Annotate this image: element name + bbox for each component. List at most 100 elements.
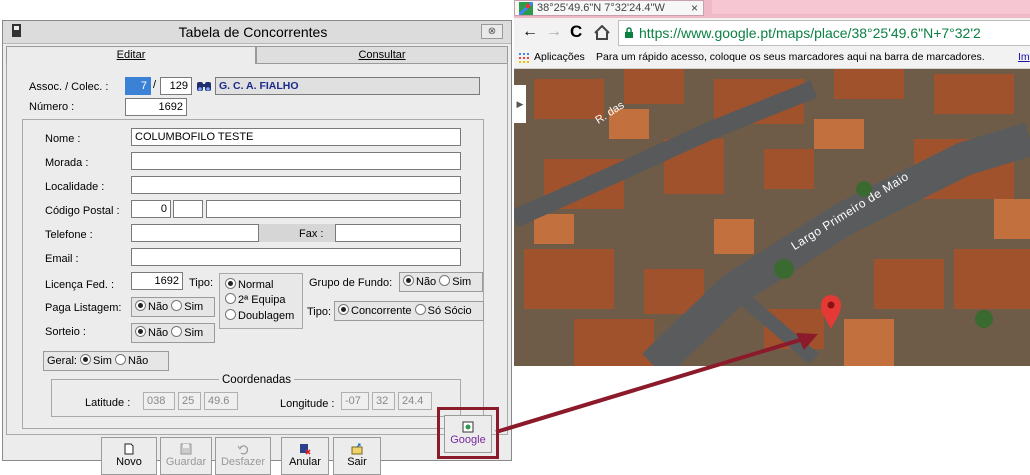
guardar-button[interactable]: Guardar [160,437,212,475]
coordenadas-title: Coordenadas [219,374,295,386]
tab-editar[interactable]: Editar [6,46,256,64]
paga-listagem-option-sim[interactable]: Sim [171,300,203,313]
sorteio-label: Sorteio : [45,326,86,338]
paga-listagem-label: Paga Listagem: [45,302,122,314]
morada-input[interactable] [131,152,461,170]
grupo-fundo-option-nao[interactable]: Não [403,275,436,288]
radio-checked-icon [135,326,146,337]
licenca-input[interactable]: 1692 [131,272,183,290]
exit-folder-icon [351,443,363,455]
fax-input[interactable] [335,224,461,242]
paga-listagem-radio-group: Não Sim [131,297,215,317]
radio-unchecked-icon [225,309,236,320]
radio-checked-icon [80,354,92,365]
codigo-postal-locality-input[interactable] [206,200,461,218]
paga-listagem-option-nao[interactable]: Não [135,300,168,313]
apps-link[interactable]: Aplicações [534,48,585,67]
tipo-socio-option-concorrente[interactable]: Concorrente [338,304,412,317]
club-name-field: G. C. A. FIALHO [215,77,480,95]
browser-toolbar: ← → C https://www.google.pt/maps/place/3… [514,18,1030,48]
telefone-input[interactable] [131,224,259,242]
bookmarks-hint-text: Para um rápido acesso, coloque os seus m… [596,51,985,63]
geral-option-nao[interactable]: Não [115,354,148,367]
reload-icon[interactable]: C [570,22,582,42]
sair-button[interactable]: Sair [333,437,381,475]
google-maps-favicon [519,2,533,15]
import-bookmarks-link[interactable]: Im [1018,48,1030,67]
longitude-label: Longitude : [280,398,335,410]
tipo-option-2equipa[interactable]: 2ª Equipa [225,293,286,306]
longitude-seconds-field: 24.4 [398,392,432,410]
novo-button[interactable]: Novo [101,437,157,475]
tab-consultar[interactable]: Consultar [256,46,508,64]
localidade-label: Localidade : [45,181,105,193]
lock-icon [625,27,633,38]
binoculars-search-icon[interactable] [196,79,212,93]
geral-label: Geral: [47,355,77,367]
email-input[interactable] [131,248,461,266]
latitude-degrees-field: 038 [143,392,175,410]
tipo-socio-option-so-socio[interactable]: Só Sócio [414,304,472,317]
apps-grid-icon[interactable] [519,53,529,63]
dialog-titlebar[interactable]: Tabela de Concorrentes ⊗ [3,21,511,44]
map-sidebar-toggle[interactable]: ▶ [514,85,526,123]
latitude-label: Latitude : [85,397,131,409]
map-imagery [514,69,1030,366]
radio-unchecked-icon [171,300,183,311]
radio-checked-icon [135,300,146,311]
address-bar[interactable]: https://www.google.pt/maps/place/38°25'4… [618,20,1030,46]
desfazer-button[interactable]: Desfazer [215,437,271,475]
geral-option-sim[interactable]: Sim [80,354,112,367]
codigo-postal-label: Código Postal : [45,205,120,217]
assoc-separator: / [153,79,157,91]
assoc-code-input[interactable]: 7 [125,77,151,95]
codigo-postal-ext-input[interactable] [173,200,203,218]
nome-input[interactable]: COLUMBOFILO TESTE [131,128,461,146]
radio-checked-icon [225,278,236,289]
licenca-label: Licença Fed. : [45,279,115,291]
save-disk-icon [180,443,192,455]
sorteio-option-nao[interactable]: Não [135,326,168,339]
sorteio-radio-group: Não Sim [131,323,215,343]
localidade-input[interactable] [131,176,461,194]
forward-arrow-icon[interactable]: → [546,23,562,41]
url-text: https://www.google.pt/maps/place/38°25'4… [639,25,981,41]
tipo-socio-label: Tipo: [307,306,332,318]
tipo-socio-radio-group: Concorrente Só Sócio [334,301,484,321]
browser-tab-maps[interactable]: 38°25'49.6"N 7°32'24.4"W × [514,0,704,16]
nome-label: Nome : [45,133,81,145]
map-pin-icon[interactable] [821,295,841,329]
new-tab-area[interactable] [712,0,1030,14]
home-icon[interactable] [594,25,610,40]
close-button[interactable]: ⊗ [481,24,503,39]
concorrentes-dialog: Tabela de Concorrentes ⊗ Editar Consulta… [2,20,512,475]
google-maps-icon [462,421,474,433]
numero-label: Número : [29,101,75,113]
codigo-postal-input[interactable]: 0 [131,200,171,218]
radio-unchecked-icon [414,304,426,315]
browser-tab-title: 38°25'49.6"N 7°32'24.4"W [537,2,665,14]
delete-record-icon [300,444,311,455]
anular-button[interactable]: Anular [281,437,329,475]
browser-tab-close-icon[interactable]: × [691,1,698,15]
dialog-title: Tabela de Concorrentes [178,24,328,40]
satellite-map[interactable]: ▶ R. das Largo Primeiro de Maio [514,69,1030,366]
radio-unchecked-icon [225,293,236,304]
google-maps-button[interactable]: Google [444,415,492,453]
radio-unchecked-icon [115,354,127,365]
tipo-option-normal[interactable]: Normal [225,278,273,291]
grupo-fundo-option-sim[interactable]: Sim [439,275,471,288]
grupo-fundo-label: Grupo de Fundo: [309,277,393,289]
fax-label: Fax : [299,228,324,240]
longitude-minutes-field: 32 [372,392,395,410]
fax-label-bg [259,224,335,242]
radio-checked-icon [403,275,414,286]
browser-window: 38°25'49.6"N 7°32'24.4"W × ← → C https:/… [514,0,1030,461]
latitude-minutes-field: 25 [178,392,201,410]
undo-icon [237,445,249,455]
back-arrow-icon[interactable]: ← [522,23,538,41]
colec-code-input[interactable]: 129 [160,77,192,95]
numero-input[interactable]: 1692 [125,98,187,116]
sorteio-option-sim[interactable]: Sim [171,326,203,339]
tipo-option-doublagem[interactable]: Doublagem [225,309,294,322]
